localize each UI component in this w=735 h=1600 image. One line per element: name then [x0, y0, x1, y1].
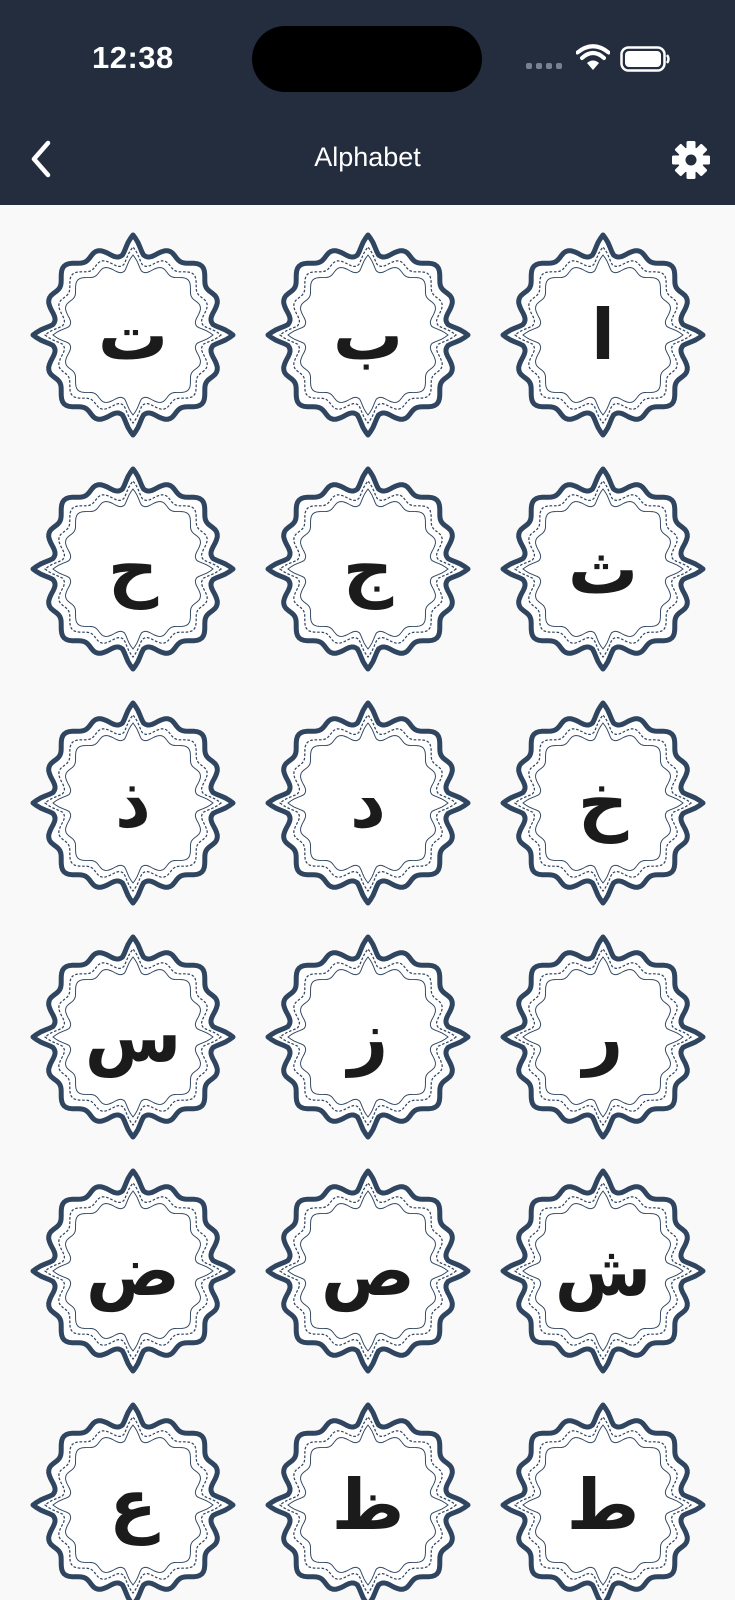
arabic-letter: خ	[577, 762, 629, 844]
letter-tile[interactable]: ث	[498, 464, 708, 674]
arabic-letter: ص	[320, 1230, 416, 1312]
arabic-letter: س	[84, 996, 182, 1078]
arabic-letter: ا	[591, 294, 615, 376]
alphabet-grid: ت ب ا ح ج ث ذ د خ س ز ر ض ص ش ع ظ ط	[0, 205, 735, 1600]
letter-tile[interactable]: ر	[498, 932, 708, 1142]
letter-tile[interactable]: ع	[28, 1400, 238, 1600]
letter-tile[interactable]: ص	[263, 1166, 473, 1376]
navigation-bar: Alphabet	[0, 125, 735, 195]
letter-tile[interactable]: ش	[498, 1166, 708, 1376]
arabic-letter: ز	[347, 996, 389, 1078]
battery-icon	[620, 46, 670, 72]
gear-icon[interactable]	[670, 139, 712, 181]
letter-tile[interactable]: س	[28, 932, 238, 1142]
arabic-letter: ث	[567, 528, 639, 610]
arabic-letter: ر	[582, 996, 624, 1078]
letter-tile[interactable]: د	[263, 698, 473, 908]
arabic-letter: ت	[97, 294, 169, 376]
arabic-letter: ب	[332, 294, 404, 376]
arabic-letter: ع	[109, 1464, 157, 1546]
camera-notch	[252, 26, 482, 92]
page-title: Alphabet	[314, 142, 421, 172]
arabic-letter: ذ	[115, 762, 151, 844]
arabic-letter: ح	[107, 528, 159, 610]
letter-tile[interactable]: ظ	[263, 1400, 473, 1600]
cellular-signal-icon	[526, 63, 562, 69]
letter-tile[interactable]: ت	[28, 230, 238, 440]
letter-tile[interactable]: ج	[263, 464, 473, 674]
arabic-letter: ج	[342, 528, 394, 610]
arabic-letter: ش	[554, 1230, 652, 1312]
arabic-letter: ط	[566, 1464, 640, 1546]
arabic-letter: د	[350, 762, 386, 844]
arabic-letter: ض	[85, 1230, 181, 1312]
letter-tile[interactable]: ض	[28, 1166, 238, 1376]
wifi-icon	[576, 44, 610, 70]
letter-tile[interactable]: ب	[263, 230, 473, 440]
letter-tile[interactable]: خ	[498, 698, 708, 908]
top-bar: 12:38 Alphabet	[0, 0, 735, 205]
arabic-letter: ظ	[331, 1464, 405, 1546]
letter-tile[interactable]: ذ	[28, 698, 238, 908]
letter-tile[interactable]: ح	[28, 464, 238, 674]
letter-tile[interactable]: ط	[498, 1400, 708, 1600]
letter-tile[interactable]: ز	[263, 932, 473, 1142]
status-time: 12:38	[92, 40, 174, 75]
letter-tile[interactable]: ا	[498, 230, 708, 440]
